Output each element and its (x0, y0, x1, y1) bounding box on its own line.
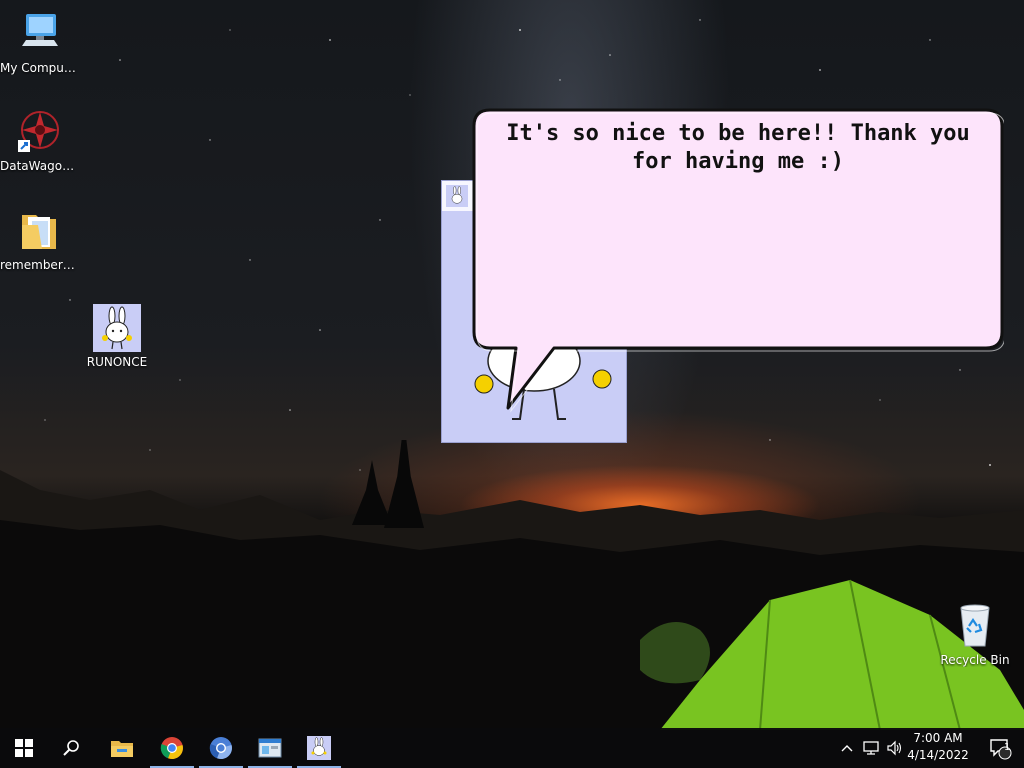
clock-date: 4/14/2022 (907, 748, 969, 762)
clock-time: 7:00 AM (913, 731, 963, 745)
chromium-icon (209, 737, 232, 760)
start-icon (15, 739, 33, 757)
desktop-icon-label: remember_... (0, 258, 80, 272)
app-window-icon (258, 738, 282, 758)
search-icon (63, 740, 79, 756)
desktop-icon-recycle-bin[interactable]: Recycle Bin (935, 602, 1015, 667)
start-button[interactable] (0, 728, 48, 768)
computer-icon (16, 10, 64, 58)
taskbar-bunny-app[interactable] (295, 728, 343, 768)
desktop-icon-runonce[interactable]: RUNONCE (77, 304, 157, 369)
taskbar-app-window[interactable] (246, 728, 294, 768)
desktop-icon-remember-folder[interactable]: remember_... (0, 207, 80, 272)
desktop-icon-datawagon[interactable]: DataWagon... (0, 108, 80, 173)
datawagon-shortcut-icon (16, 108, 64, 156)
notification-count-badge: 1 (1004, 742, 1011, 753)
bunny-app-icon (93, 304, 141, 352)
desktop-icon-label: Recycle Bin (940, 653, 1010, 667)
chrome-icon (160, 737, 183, 760)
taskbar-file-explorer[interactable] (98, 728, 146, 768)
taskbar-clock[interactable]: 7:00 AM 4/14/2022 (902, 730, 974, 764)
landscape (0, 440, 1024, 740)
folder-icon (16, 207, 64, 255)
taskbar-chrome[interactable] (148, 728, 196, 768)
search-button[interactable] (48, 728, 96, 768)
file-explorer-icon (111, 741, 133, 757)
chevron-up-icon[interactable] (836, 738, 858, 758)
network-icon[interactable] (860, 738, 882, 758)
desktop-icon-label: My Computer (0, 61, 80, 75)
taskbar: 1 (0, 728, 1024, 768)
desktop-icon-label: DataWagon... (0, 159, 80, 173)
desktop-icon-my-computer[interactable]: My Computer (0, 10, 80, 75)
notification-center-button[interactable]: 1 (976, 728, 1024, 768)
taskbar-chromium[interactable] (197, 728, 245, 768)
speech-bubble-text: It's so nice to be here!! Thank you for … (506, 121, 970, 174)
desktop-icon-label: RUNONCE (86, 355, 148, 369)
recycle-bin-icon (951, 602, 999, 650)
bunny-app-icon (307, 736, 331, 760)
